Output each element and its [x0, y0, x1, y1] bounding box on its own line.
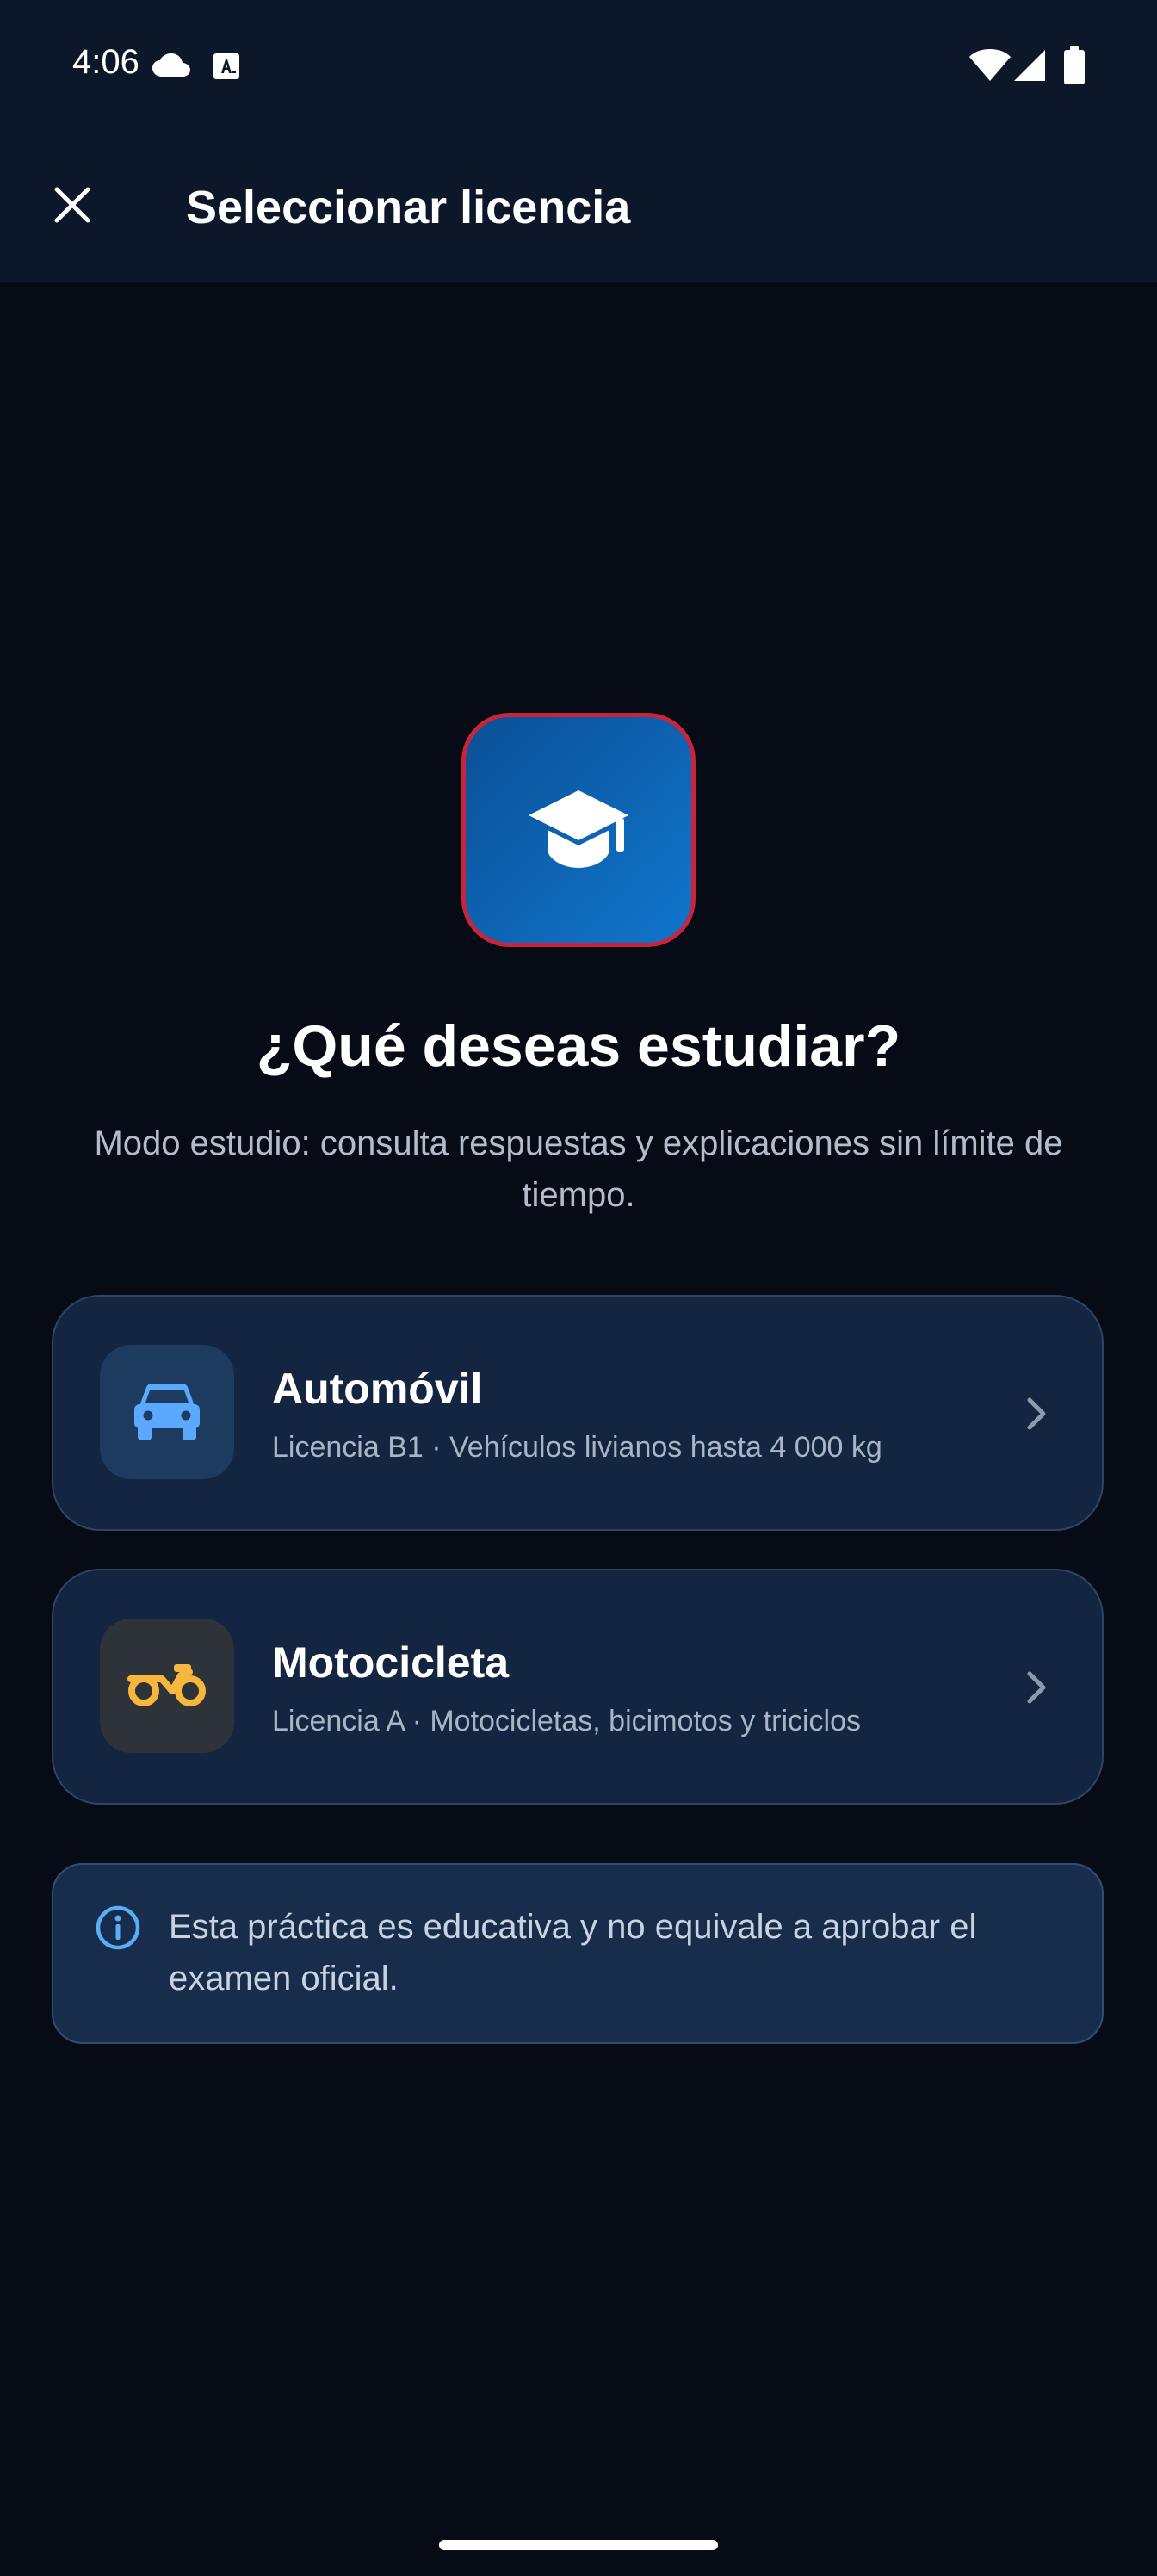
license-subtitle: Licencia A · Motocicletas, bicimotos y t… [272, 1705, 862, 1737]
info-notice: Esta práctica es educativa y no equivale… [52, 1863, 1104, 2044]
license-title: Motocicleta [272, 1638, 510, 1687]
motorcycle-icon-container [100, 1619, 234, 1753]
main-subheading: Modo estudio: consulta respuestas y expl… [94, 1124, 1063, 1214]
cloud-icon [152, 53, 190, 77]
hero-badge [461, 713, 696, 947]
license-option-motocicleta[interactable]: Motocicleta Licencia A · Motocicletas, b… [52, 1569, 1104, 1805]
font-a-icon [213, 53, 239, 79]
close-button[interactable] [38, 170, 107, 239]
signal-icon [1014, 50, 1045, 81]
main-heading: ¿Qué deseas estudiar? [256, 1013, 901, 1079]
page-title: Seleccionar licencia [186, 182, 631, 233]
app-bar: Seleccionar licencia [0, 136, 1157, 282]
license-option-automovil[interactable]: Automóvil Licencia B1 · Vehículos livian… [52, 1295, 1104, 1531]
chevron-right-icon [1027, 1397, 1046, 1430]
car-icon [134, 1384, 200, 1440]
chevron-right-icon [1027, 1671, 1046, 1704]
info-icon [96, 1905, 140, 1950]
car-icon-container [100, 1345, 234, 1479]
close-icon [54, 187, 90, 223]
wifi-icon [969, 49, 1011, 81]
motorcycle-icon [127, 1664, 206, 1706]
license-subtitle: Licencia B1 · Vehículos livianos hasta 4… [272, 1431, 882, 1464]
graduation-cap-icon [529, 790, 628, 868]
license-title: Automóvil [272, 1365, 483, 1413]
home-indicator[interactable] [439, 2540, 718, 2550]
info-text: Esta práctica es educativa y no equivale… [169, 1908, 977, 1997]
status-time: 4:06 [72, 43, 139, 81]
status-bar: 4:06 [0, 0, 1157, 136]
battery-icon [1064, 46, 1085, 84]
